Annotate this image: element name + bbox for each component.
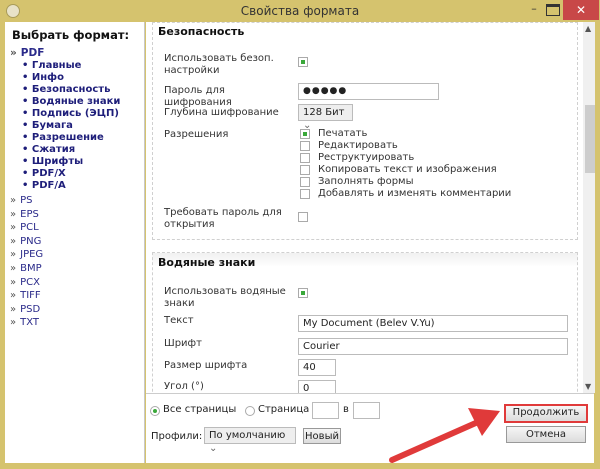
red-arrow-annotation	[389, 408, 500, 463]
